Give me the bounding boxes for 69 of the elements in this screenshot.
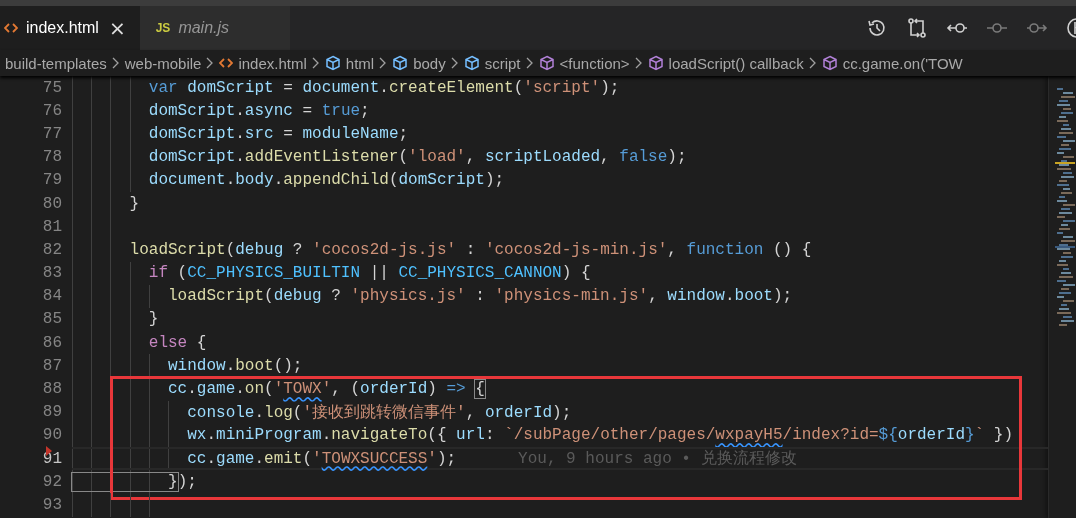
chevron-icon (311, 57, 320, 69)
code-line: cc.game.on('TOWX', (orderId) => { (167, 380, 485, 399)
line-number: 85 (41, 310, 62, 329)
breadcrumb-item[interactable]: build-templates (5, 54, 107, 72)
editor-tab[interactable]: index.html × (0, 6, 140, 50)
line-number: 75 (41, 78, 62, 97)
code-line: domScript.addEventListener('load', scriptLoaded, false); (147, 148, 687, 167)
close-button[interactable]: × (106, 18, 128, 38)
chevron-icon (525, 57, 534, 69)
editor-tab[interactable]: JS main.js (139, 6, 290, 50)
js-file-icon: JS (155, 21, 171, 35)
line-number: 79 (41, 171, 62, 190)
chevron-icon (379, 57, 388, 69)
code-line: if (CC_PHYSICS_BUILTIN || CC_PHYSICS_CANNON) { (147, 264, 591, 283)
chevron-icon (634, 57, 643, 69)
chevron-icon (808, 57, 817, 69)
breadcrumb-item[interactable]: index.html (219, 54, 307, 72)
code-line: window.boot(); (167, 356, 303, 375)
code-line: loadScript(debug ? 'physics.js' : 'physics-min.js', window.boot); (167, 287, 793, 306)
line-number: 81 (41, 217, 62, 236)
line-number: 84 (41, 287, 62, 306)
code-line: cc.game.emit('TOWXSUCCESS'); (186, 449, 457, 468)
code-brackets-icon (219, 57, 234, 69)
code-line: else { (147, 333, 207, 352)
code-line: loadScript(debug ? 'cocos2d-js.js' : 'cocos2d-js-min.js', function () { (128, 240, 812, 259)
chevron-icon (111, 57, 120, 69)
code-line: } (147, 310, 159, 329)
cube-icon (392, 55, 409, 71)
breadcrumb-item[interactable]: cc.game.on('TOW (821, 54, 963, 72)
line-number: 89 (41, 403, 62, 422)
code-line: var domScript = document.createElement('script'); (147, 78, 620, 97)
breadcrumb-item[interactable]: html (324, 54, 375, 72)
code-line: domScript.src = moduleName; (147, 124, 409, 143)
breadcrumb-item[interactable]: web-mobile (124, 54, 202, 72)
line-number: 88 (41, 380, 62, 399)
code-line: document.body.appendChild(domScript); (147, 171, 505, 190)
line-number: 80 (41, 194, 62, 213)
history-icon[interactable] (866, 17, 888, 39)
line-number: 78 (41, 148, 62, 167)
cube-icon (647, 55, 664, 71)
chevron-icon (450, 57, 459, 69)
code-line: domScript.async = true; (147, 101, 370, 120)
line-number: 92 (41, 472, 62, 491)
code-line: } (128, 194, 140, 213)
cube-icon (538, 55, 555, 71)
breadcrumb-item[interactable]: <function> (538, 54, 630, 72)
breadcrumb-item[interactable]: script (463, 54, 521, 72)
cube-icon (821, 55, 838, 71)
line-number: 86 (41, 333, 62, 352)
code-line: console.log('接收到跳转微信事件', orderId); (186, 402, 572, 423)
tab-label: main.js (178, 19, 230, 37)
breadcrumb-item[interactable]: body (392, 54, 446, 72)
line-number: 87 (41, 356, 62, 375)
cube-icon (324, 55, 341, 71)
blame-annotation: You, 9 hours ago • 兑换流程修改 (518, 448, 797, 470)
line-number: 77 (41, 124, 62, 143)
line-number: 93 (41, 495, 62, 514)
line-number: 76 (41, 101, 62, 120)
tab-label: index.html (26, 19, 99, 37)
compare-changes-icon[interactable] (906, 17, 928, 39)
breadcrumb-item[interactable]: loadScript() callback (647, 54, 804, 72)
line-number: 82 (41, 240, 62, 259)
line-number: 90 (41, 426, 62, 445)
code-line: wx.miniProgram.navigateTo({ url: `/subPage/other/pages/wxpayH5/index?id=${orderId}` }) (186, 426, 1014, 445)
line-number: 83 (41, 264, 62, 283)
chevron-icon (206, 57, 215, 69)
code-brackets-icon (4, 22, 18, 34)
cube-icon (463, 55, 480, 71)
code-line: }); (72, 472, 197, 491)
